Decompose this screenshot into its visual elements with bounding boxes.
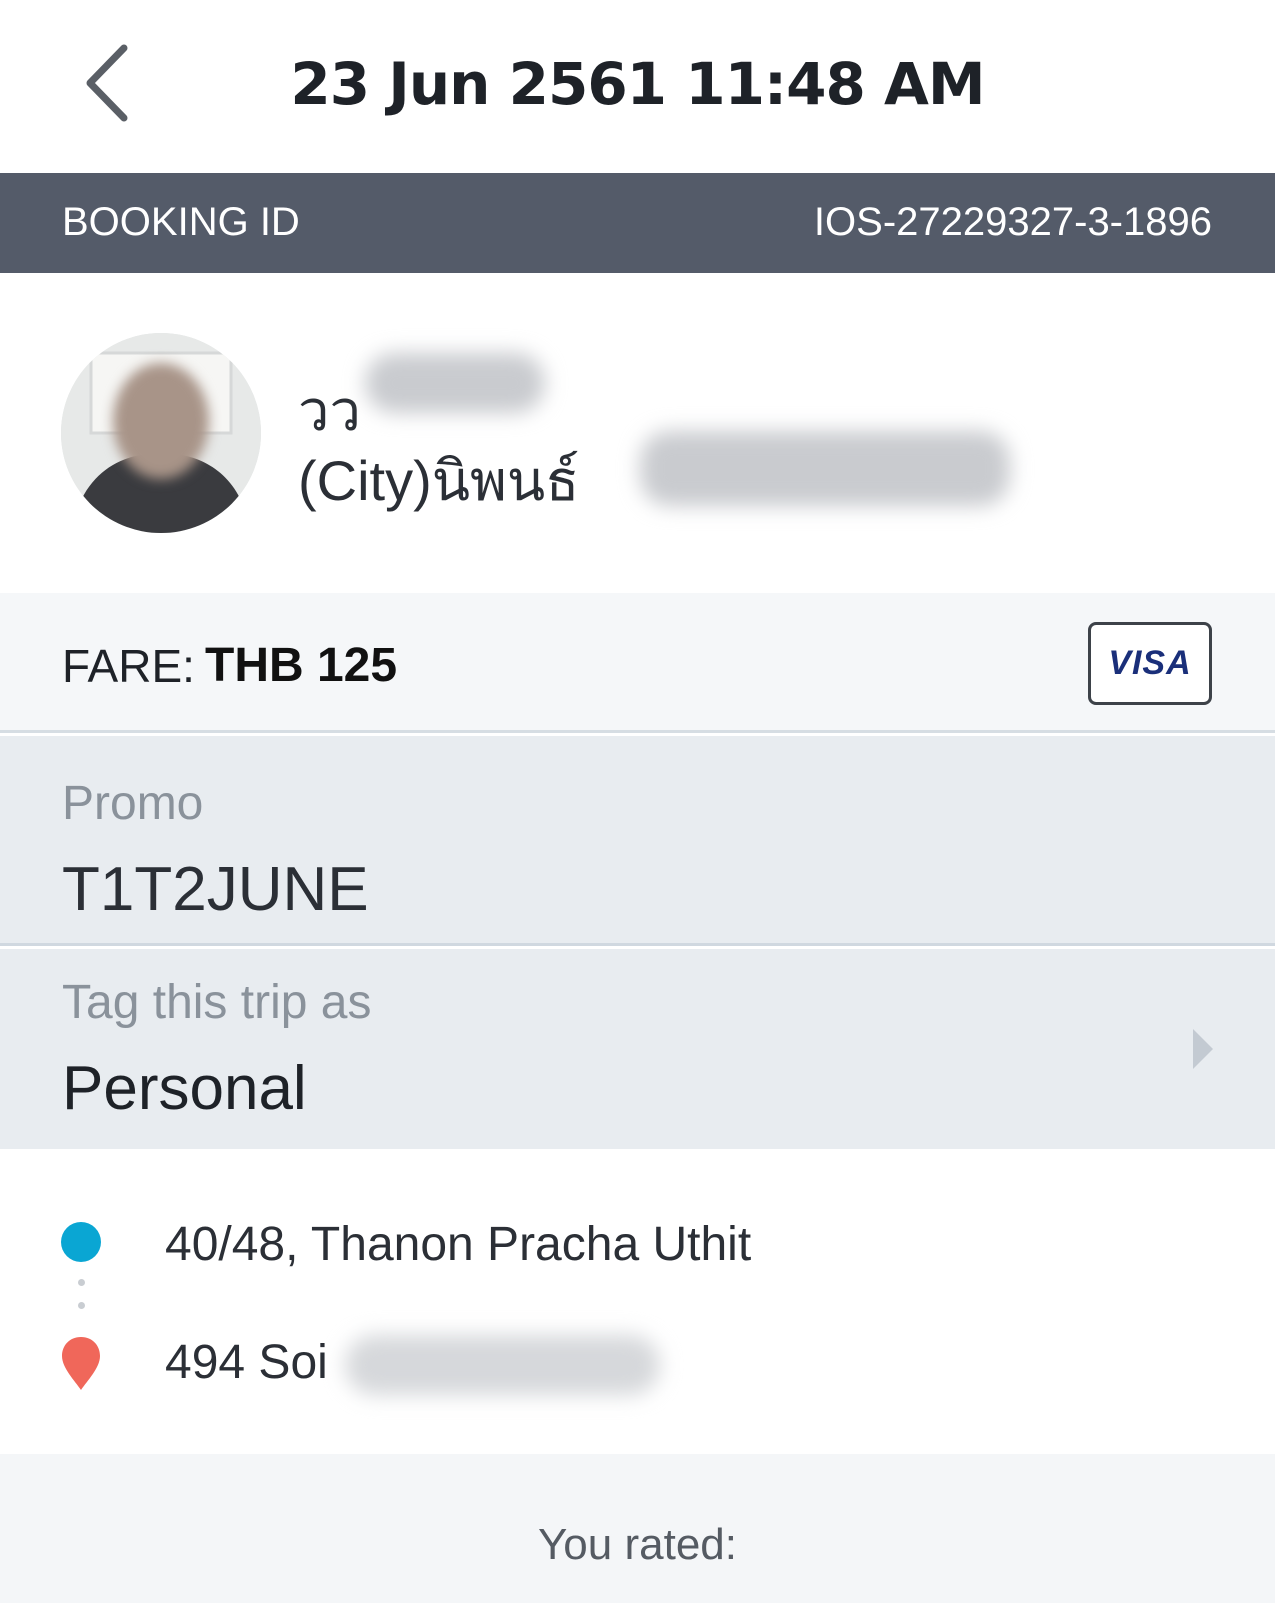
page-title: 23 Jun 2561 11:48 AM <box>290 50 985 118</box>
promo-code: T1T2JUNE <box>62 855 369 924</box>
route-connector-dot <box>78 1279 85 1286</box>
driver-avatar <box>61 333 261 533</box>
tag-trip-row[interactable]: Tag this trip as Personal <box>0 949 1275 1149</box>
rating-section: You rated: <box>0 1454 1275 1603</box>
redacted-address <box>345 1335 660 1395</box>
visa-card-icon: VISA <box>1088 622 1212 705</box>
dropoff-address: 494 Soi <box>165 1336 328 1389</box>
booking-id-label: BOOKING ID <box>62 200 300 244</box>
fare-label: FARE: <box>62 640 195 692</box>
avatar-image <box>61 333 261 533</box>
route-connector-dot <box>78 1302 85 1309</box>
promo-section: Promo T1T2JUNE <box>0 736 1275 946</box>
trip-detail-screen: 23 Jun 2561 11:48 AM BOOKING ID IOS-2722… <box>0 0 1275 1603</box>
driver-vehicle: (City)นิพนธ์ <box>298 449 580 512</box>
tag-value: Personal <box>62 1054 307 1123</box>
driver-info: วว (City)นิพนธ์ <box>0 273 1275 593</box>
rating-label: You rated: <box>538 1520 737 1569</box>
route-section: 40/48, Thanon Pracha Uthit 494 Soi <box>0 1149 1275 1454</box>
fare-row: FARE: THB 125 VISA <box>0 593 1275 733</box>
fare-amount: THB 125 <box>205 639 398 692</box>
promo-label: Promo <box>62 777 204 830</box>
header: 23 Jun 2561 11:48 AM <box>0 0 1275 173</box>
booking-id-bar: BOOKING ID IOS-27229327-3-1896 <box>0 173 1275 273</box>
location-pin-icon <box>62 1337 100 1390</box>
chevron-right-icon <box>1193 1029 1213 1069</box>
redacted-name <box>365 353 545 413</box>
payment-method-label: VISA <box>1108 644 1192 682</box>
tag-label: Tag this trip as <box>62 976 372 1029</box>
pickup-dot-icon <box>61 1222 101 1262</box>
redacted-vehicle <box>640 431 1010 506</box>
pickup-address: 40/48, Thanon Pracha Uthit <box>165 1218 752 1271</box>
booking-id-value: IOS-27229327-3-1896 <box>813 200 1212 244</box>
